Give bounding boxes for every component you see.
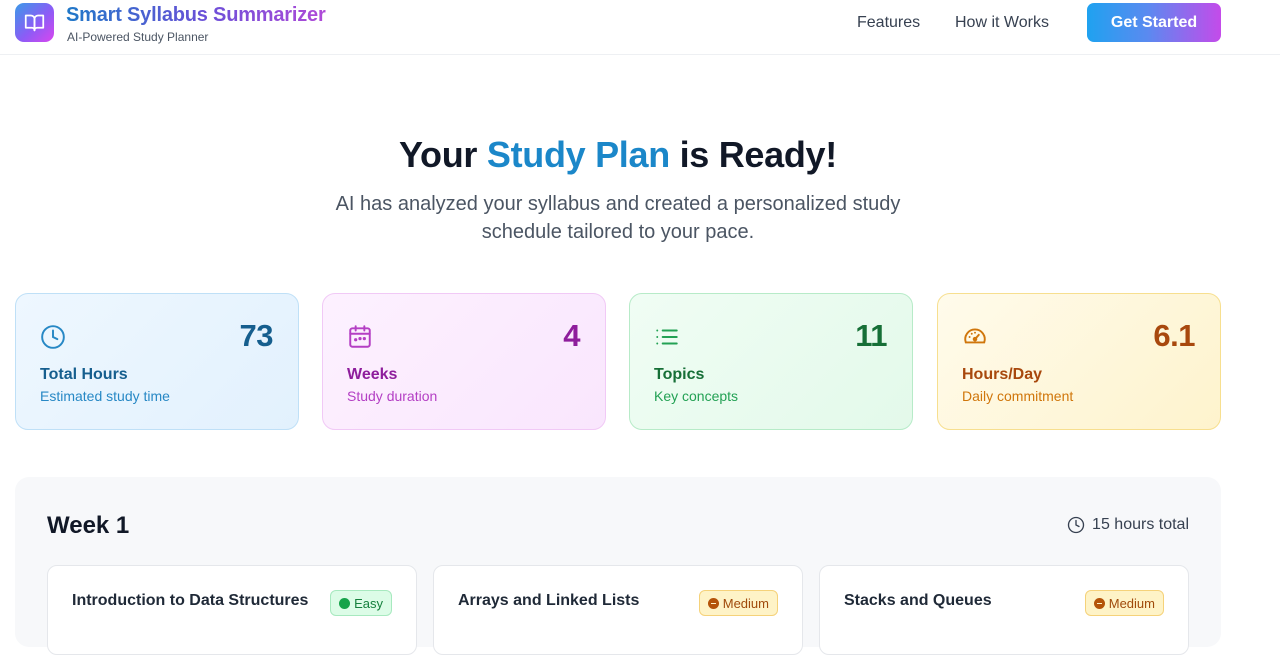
difficulty-badge: Easy <box>330 590 392 616</box>
nav-link-how-it-works[interactable]: How it Works <box>955 14 1049 32</box>
stat-card-weeks: 4 Weeks Study duration <box>322 293 606 430</box>
difficulty-label: Medium <box>1108 595 1155 611</box>
stat-value: 6.1 <box>1153 318 1195 353</box>
stat-value: 73 <box>239 318 274 353</box>
stat-label: Hours/Day <box>962 366 1043 383</box>
clock-icon <box>1067 516 1085 534</box>
stat-description: Daily commitment <box>962 388 1074 404</box>
week-total-label: 15 hours total <box>1092 516 1189 533</box>
stat-description: Estimated study time <box>40 388 170 404</box>
difficulty-label: Easy <box>354 595 383 611</box>
app-logo[interactable] <box>15 3 54 42</box>
app-subtitle: AI-Powered Study Planner <box>67 30 209 44</box>
minus-circle-icon <box>1093 597 1105 609</box>
stat-description: Key concepts <box>654 388 739 404</box>
get-started-button[interactable]: Get Started <box>1087 3 1221 42</box>
page-subtitle: AI has analyzed your syllabus and create… <box>335 193 901 243</box>
minus-circle-icon <box>707 597 719 609</box>
list-icon <box>656 329 678 345</box>
topic-card[interactable]: Introduction to Data Structures Easy <box>47 565 417 655</box>
topic-title: Stacks and Queues <box>844 592 992 609</box>
clock-icon <box>41 325 65 349</box>
stat-value: 4 <box>563 318 580 353</box>
stat-label: Topics <box>654 366 705 383</box>
week-title: Week 1 <box>47 512 130 539</box>
check-circle-icon <box>339 597 351 609</box>
calendar-icon <box>349 325 371 348</box>
stat-label: Weeks <box>347 366 398 383</box>
stat-value: 11 <box>855 318 887 353</box>
topic-title: Arrays and Linked Lists <box>458 592 640 609</box>
stat-card-hours-per-day: 6.1 Hours/Day Daily commitment <box>937 293 1221 430</box>
title-suffix: is Ready! <box>669 134 838 175</box>
difficulty-badge: Medium <box>1084 590 1164 616</box>
stat-label: Total Hours <box>40 366 128 383</box>
page-title: Your Study Plan is Ready! <box>0 134 1236 176</box>
gauge-icon <box>964 328 986 344</box>
stat-card-topics: 11 Topics Key concepts <box>629 293 913 430</box>
week-total-hours: 15 hours total <box>1067 516 1189 534</box>
app-title[interactable]: Smart Syllabus Summarizer <box>66 4 326 27</box>
top-navbar: Smart Syllabus Summarizer AI-Powered Stu… <box>0 0 1280 55</box>
topic-card[interactable]: Arrays and Linked Lists Medium <box>433 565 803 655</box>
topic-title: Introduction to Data Structures <box>72 592 309 609</box>
week-section: Week 1 15 hours total Introduction to Da… <box>15 477 1221 655</box>
difficulty-label: Medium <box>722 595 769 611</box>
title-prefix: Your <box>399 134 487 175</box>
book-open-icon <box>24 14 45 32</box>
topic-card[interactable]: Stacks and Queues Medium <box>819 565 1189 655</box>
difficulty-badge: Medium <box>698 590 778 616</box>
nav-link-features[interactable]: Features <box>857 14 920 32</box>
stat-card-total-hours: 73 Total Hours Estimated study time <box>15 293 299 430</box>
title-highlight: Study Plan <box>486 134 670 175</box>
stat-description: Study duration <box>347 388 438 404</box>
